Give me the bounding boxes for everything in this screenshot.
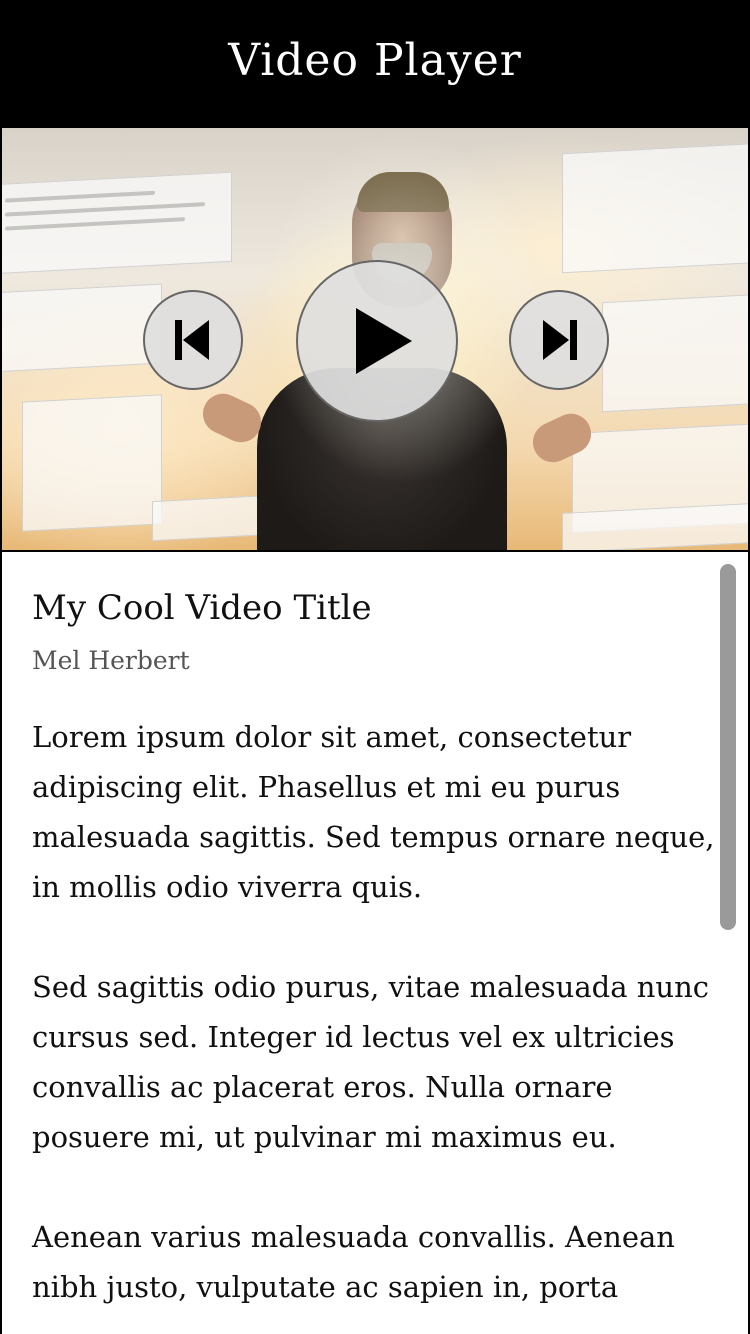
scrollbar-thumb[interactable] bbox=[720, 564, 736, 930]
app-header: Video Player bbox=[0, 0, 750, 128]
video-author: Mel Herbert bbox=[32, 646, 190, 675]
next-button[interactable] bbox=[509, 290, 609, 390]
video-title: My Cool Video Title bbox=[32, 588, 372, 628]
description-paragraph: Lorem ipsum dolor sit amet, consectetur … bbox=[32, 720, 715, 904]
description-paragraph: Sed sagittis odio purus, vitae malesuada… bbox=[32, 970, 709, 1154]
description-paragraph: Aenean varius malesuada convallis. Aenea… bbox=[32, 1220, 675, 1304]
play-button[interactable] bbox=[296, 260, 458, 422]
scrollbar[interactable] bbox=[718, 564, 738, 1334]
video-player[interactable] bbox=[0, 128, 750, 552]
video-description: Lorem ipsum dolor sit amet, consectetur … bbox=[32, 712, 722, 1334]
video-details[interactable]: My Cool Video Title Mel Herbert Lorem ip… bbox=[0, 552, 750, 1334]
previous-button[interactable] bbox=[143, 290, 243, 390]
skip-next-icon bbox=[539, 318, 579, 362]
skip-previous-icon bbox=[173, 318, 213, 362]
page-title: Video Player bbox=[228, 34, 522, 86]
play-icon bbox=[354, 306, 414, 376]
